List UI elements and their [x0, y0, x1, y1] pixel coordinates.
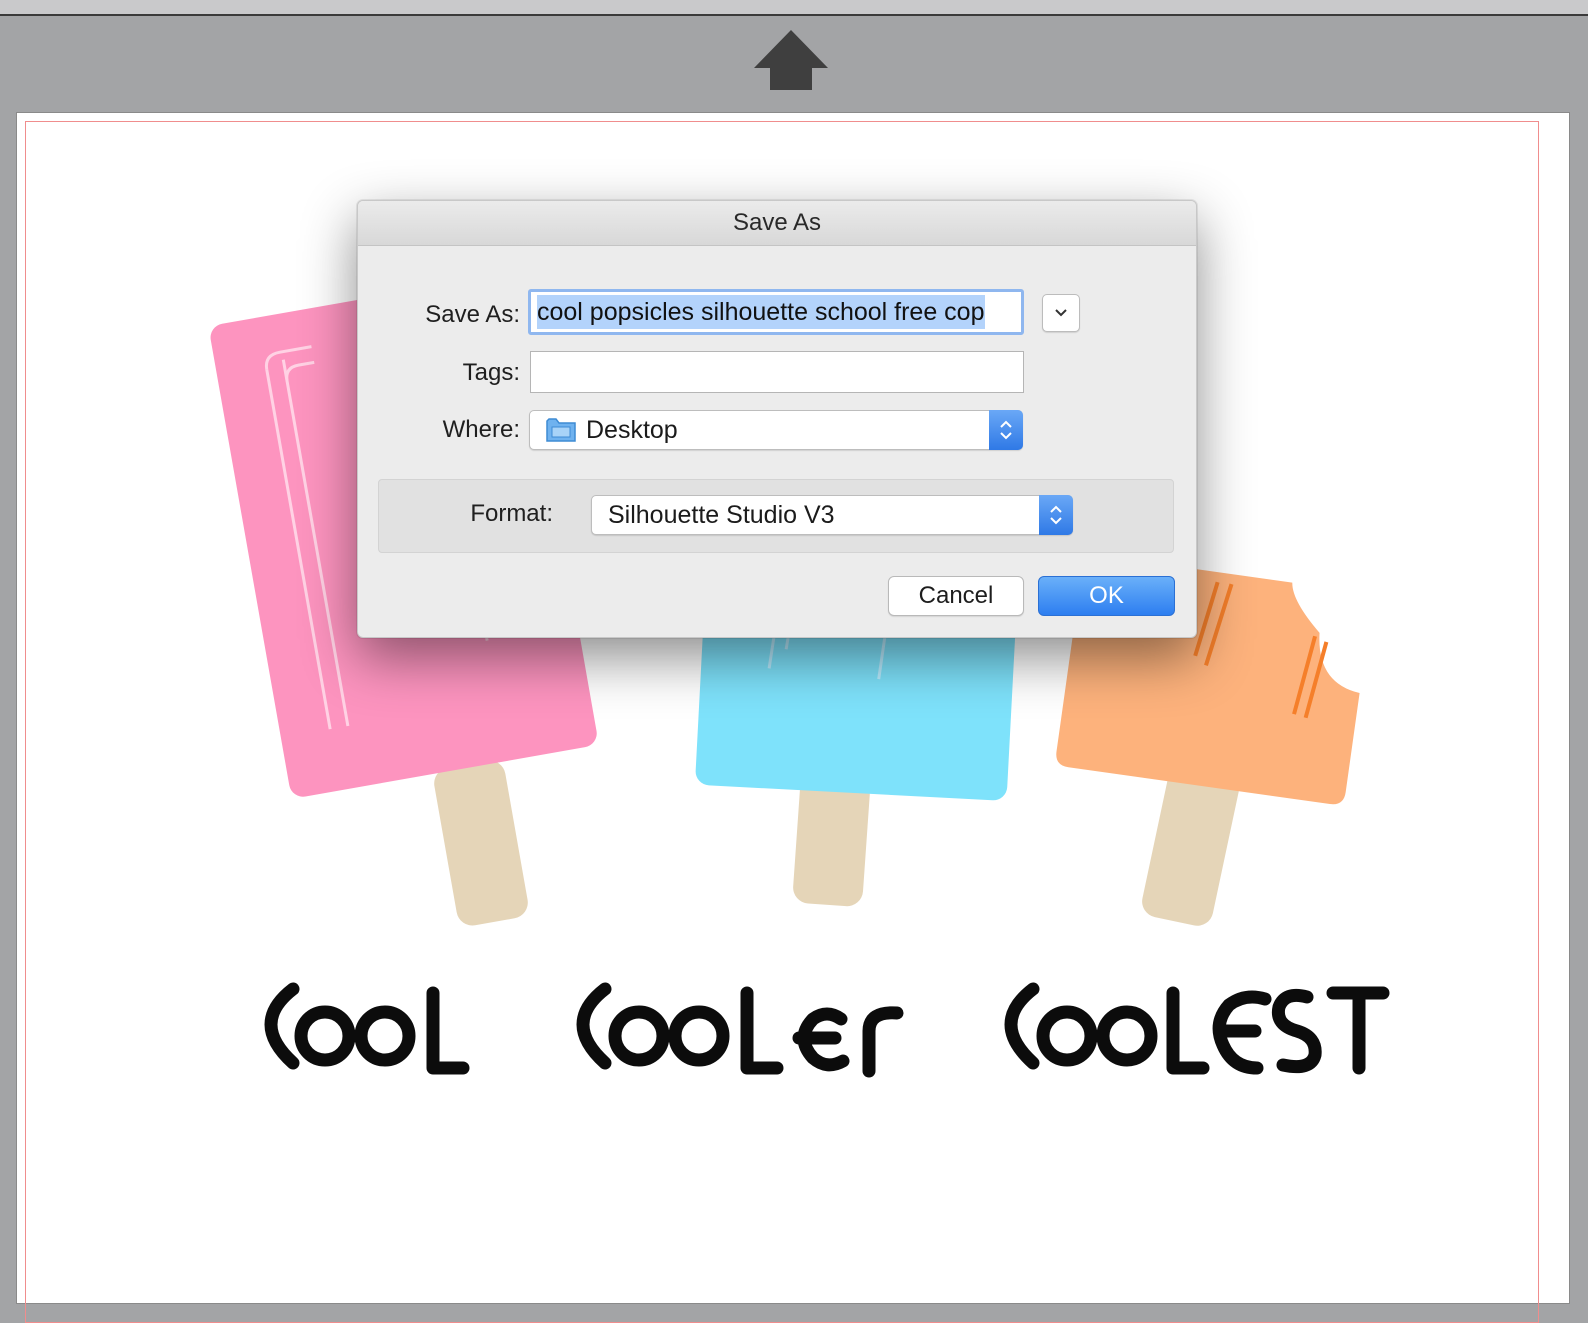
where-popup[interactable]: Desktop: [529, 410, 1023, 450]
filename-field[interactable]: cool popsicles silhouette school free co…: [528, 289, 1024, 335]
format-value: Silhouette Studio V3: [608, 500, 835, 529]
dialog-title: Save As: [732, 209, 822, 236]
format-label: Format:: [470, 500, 553, 527]
filename-selection: cool popsicles silhouette school free co…: [537, 295, 985, 329]
cancel-button[interactable]: Cancel: [888, 576, 1024, 616]
folder-icon: [546, 418, 576, 442]
chevron-down-icon: [1055, 309, 1067, 317]
where-label: Where:: [442, 416, 520, 443]
ok-button[interactable]: OK: [1038, 576, 1175, 616]
up-arrow-icon[interactable]: [750, 28, 832, 92]
format-panel: Format: Silhouette Studio V3: [378, 479, 1174, 553]
save-as-dialog: Save As Save As: cool popsicles silhouet…: [357, 200, 1197, 638]
format-popup[interactable]: Silhouette Studio V3: [591, 495, 1073, 535]
dialog-titlebar[interactable]: Save As: [358, 201, 1196, 246]
expand-dialog-button[interactable]: [1042, 294, 1080, 332]
tags-label: Tags:: [462, 359, 520, 386]
where-value: Desktop: [586, 415, 678, 444]
up-down-stepper-icon: [989, 410, 1023, 450]
top-strip: [0, 0, 1588, 16]
tags-field[interactable]: [530, 351, 1024, 393]
save-as-label: Save As:: [425, 301, 520, 328]
pink-stick: [434, 760, 528, 926]
up-down-stepper-icon: [1039, 495, 1073, 535]
